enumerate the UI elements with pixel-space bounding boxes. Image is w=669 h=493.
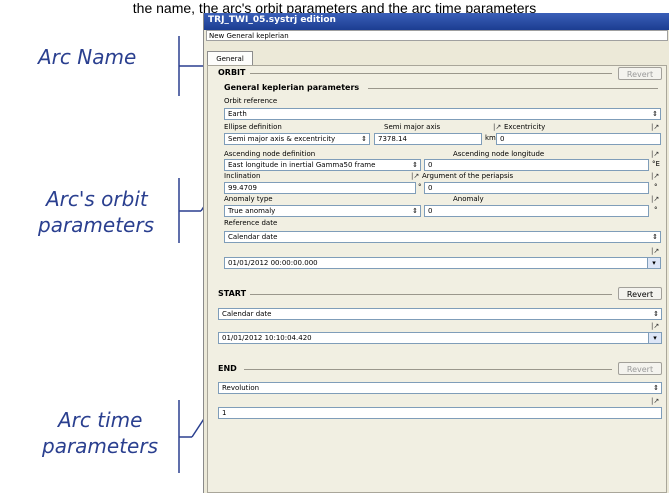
inclination-label: Inclination	[224, 172, 261, 180]
start-date-type-combo[interactable]: Calendar date ⇕	[218, 308, 662, 320]
anomaly-label: Anomaly	[453, 195, 484, 203]
inclination-input[interactable]: 99.4709	[224, 182, 416, 194]
arc-name-field[interactable]: New General keplerian	[206, 30, 668, 41]
periapsis-label: Argument of the periapsis	[422, 172, 514, 180]
end-type-combo[interactable]: Revolution ⇕	[218, 382, 662, 394]
spinner-arrows-icon: ⇕	[652, 233, 658, 241]
semi-major-axis-input[interactable]: 7378.14	[374, 133, 482, 145]
annotation-arc-name: Arc Name	[38, 45, 137, 69]
anomaly-type-combo[interactable]: True anomaly ⇕	[224, 205, 421, 217]
orbit-reference-label: Orbit reference	[224, 97, 278, 105]
periapsis-input[interactable]: 0	[424, 182, 649, 194]
start-date-value: 01/01/2012 10:10:04.420	[222, 334, 312, 342]
ellipse-definition-value: Semi major axis & excentricity	[228, 135, 336, 143]
anomaly-type-value: True anomaly	[228, 207, 276, 215]
ascending-node-longitude-unit: °E	[652, 160, 660, 168]
start-date-input[interactable]: 01/01/2012 10:10:04.420 ▾	[218, 332, 662, 344]
annotation-orbit-line1: Arc's orbit	[46, 187, 148, 211]
variable-toggle-icon[interactable]: |↗	[651, 172, 659, 180]
keplerian-divider	[368, 88, 658, 89]
end-type-value: Revolution	[222, 384, 260, 392]
ellipse-definition-combo[interactable]: Semi major axis & excentricity ⇕	[224, 133, 370, 145]
dropdown-arrow-icon[interactable]: ▾	[647, 258, 660, 268]
ascending-node-longitude-input[interactable]: 0	[424, 159, 649, 171]
spinner-arrows-icon: ⇕	[652, 110, 658, 118]
eccentricity-input[interactable]: 0	[496, 133, 661, 145]
eccentricity-label: Excentricity	[504, 123, 546, 131]
reference-date-type-combo[interactable]: Calendar date ⇕	[224, 231, 661, 243]
anomaly-input[interactable]: 0	[424, 205, 649, 217]
ascending-node-longitude-label: Ascending node longitude	[453, 150, 545, 158]
inclination-unit: °	[418, 183, 422, 191]
variable-toggle-icon[interactable]: |↗	[651, 195, 659, 203]
semi-major-axis-unit: km	[485, 134, 496, 142]
orbit-divider	[250, 73, 612, 74]
periapsis-unit: °	[654, 183, 658, 191]
semi-major-axis-label: Semi major axis	[384, 123, 441, 131]
start-date-type-value: Calendar date	[222, 310, 272, 318]
end-section-title: END	[218, 364, 237, 373]
anomaly-unit: °	[654, 206, 658, 214]
reference-date-input[interactable]: 01/01/2012 00:00:00.000 ▾	[224, 257, 661, 269]
ascending-node-def-combo[interactable]: East longitude in inertial Gamma50 frame…	[224, 159, 421, 171]
general-panel: ORBIT Revert General keplerian parameter…	[207, 65, 667, 493]
tab-general[interactable]: General	[207, 51, 253, 66]
variable-toggle-icon[interactable]: |↗	[651, 123, 659, 131]
end-value-input[interactable]: 1	[218, 407, 662, 419]
annotation-orbit-line2: parameters	[38, 213, 155, 237]
variable-toggle-icon[interactable]: |↗	[651, 322, 659, 330]
annotation-time-line1: Arc time	[58, 408, 143, 432]
ascending-node-def-label: Ascending node definition	[224, 150, 316, 158]
spinner-arrows-icon: ⇕	[412, 207, 418, 215]
spinner-arrows-icon: ⇕	[653, 310, 659, 318]
variable-toggle-icon[interactable]: |↗	[651, 397, 659, 405]
orbit-reference-value: Earth	[228, 110, 247, 118]
reference-date-value: 01/01/2012 00:00:00.000	[228, 259, 318, 267]
ellipse-definition-label: Ellipse definition	[224, 123, 282, 131]
orbit-revert-button[interactable]: Revert	[618, 67, 662, 80]
window-title: TRJ_TWI_05.systrj edition	[208, 15, 336, 25]
spinner-arrows-icon: ⇕	[653, 384, 659, 392]
start-section-title: START	[218, 289, 247, 298]
editor-window: TRJ_TWI_05.systrj edition New General ke…	[203, 13, 669, 493]
start-divider	[250, 294, 612, 295]
title-bar[interactable]: TRJ_TWI_05.systrj edition	[204, 13, 669, 30]
anomaly-type-label: Anomaly type	[224, 195, 273, 203]
reference-date-label: Reference date	[224, 219, 278, 227]
variable-toggle-icon[interactable]: |↗	[651, 247, 659, 255]
spinner-arrows-icon: ⇕	[361, 135, 367, 143]
spinner-arrows-icon: ⇕	[412, 161, 418, 169]
dropdown-arrow-icon[interactable]: ▾	[648, 333, 661, 343]
variable-toggle-icon[interactable]: |↗	[493, 123, 501, 131]
end-revert-button[interactable]: Revert	[618, 362, 662, 375]
start-revert-button[interactable]: Revert	[618, 287, 662, 300]
keplerian-group-title: General keplerian parameters	[224, 83, 360, 92]
ascending-node-def-value: East longitude in inertial Gamma50 frame	[228, 161, 376, 169]
reference-date-type-value: Calendar date	[228, 233, 278, 241]
end-divider	[244, 369, 612, 370]
variable-toggle-icon[interactable]: |↗	[651, 150, 659, 158]
orbit-section-title: ORBIT	[218, 68, 246, 77]
orbit-reference-combo[interactable]: Earth ⇕	[224, 108, 661, 120]
variable-toggle-icon[interactable]: |↗	[411, 172, 419, 180]
annotation-time-line2: parameters	[42, 434, 159, 458]
